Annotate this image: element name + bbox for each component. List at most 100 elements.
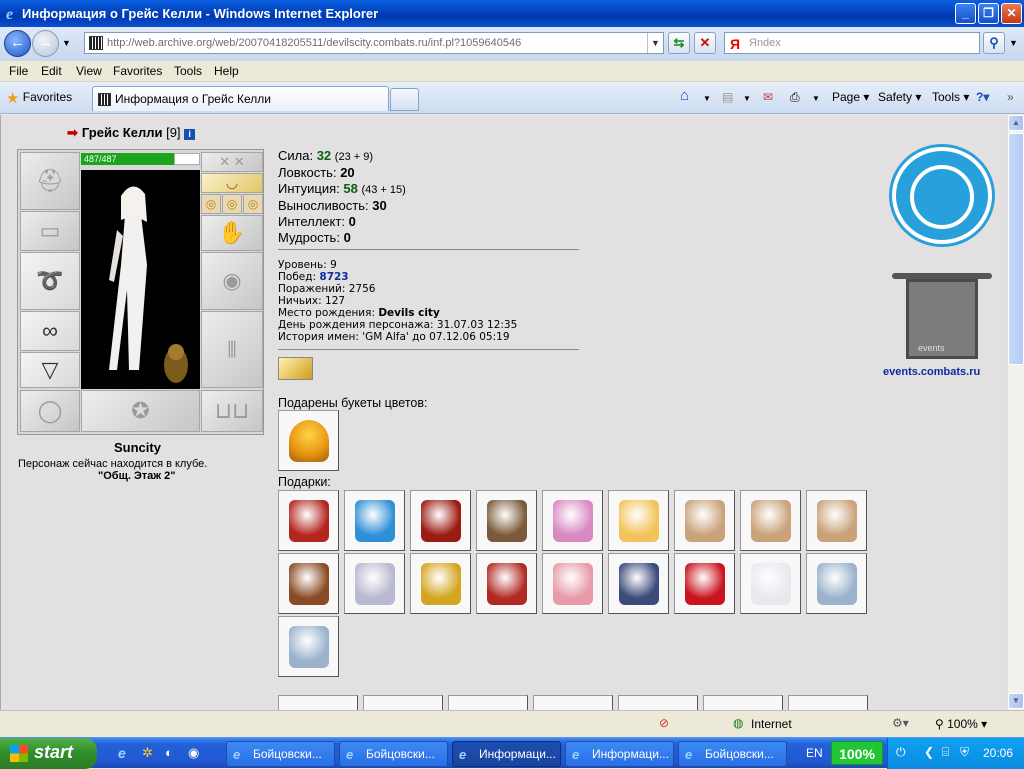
gift-item[interactable]	[344, 490, 405, 551]
gift-item-partial[interactable]	[703, 695, 783, 710]
weapon-slot[interactable]: ➰	[20, 252, 80, 310]
stop-button[interactable]: ✕	[694, 32, 716, 54]
forward-button[interactable]: →	[32, 30, 59, 57]
gift-item[interactable]	[674, 553, 735, 614]
menu-favorites[interactable]: Favorites	[113, 64, 162, 78]
armor-slot[interactable]: ∞	[20, 311, 80, 351]
taskbar-button[interactable]: e Информаци...	[565, 741, 674, 767]
address-dropdown-icon[interactable]: ▼	[647, 33, 663, 53]
power-icon[interactable]: ⏻	[896, 745, 906, 760]
language-indicator[interactable]: EN	[806, 746, 823, 760]
bouquet-gift[interactable]	[278, 410, 339, 471]
events-link[interactable]: events.combats.ru	[883, 366, 980, 378]
vertical-scrollbar[interactable]: ▲ ▼	[1007, 115, 1024, 710]
close-button[interactable]: ✕	[1001, 3, 1022, 24]
home-dropdown-icon[interactable]: ▼	[703, 94, 711, 103]
belt-armor-slot[interactable]: ▽	[20, 352, 80, 388]
print-dropdown-icon[interactable]: ▼	[812, 94, 820, 103]
search-button[interactable]: ⚲	[983, 32, 1005, 54]
minimize-button[interactable]: _	[955, 3, 976, 24]
restore-button[interactable]: ❐	[978, 3, 999, 24]
page-menu[interactable]: Page ▾	[832, 90, 869, 104]
history-dropdown-icon[interactable]: ▼	[62, 38, 71, 48]
gift-item[interactable]	[344, 553, 405, 614]
gift-item[interactable]	[278, 490, 339, 551]
gift-item[interactable]	[674, 490, 735, 551]
popup-blocked-icon[interactable]: ⊘	[659, 716, 669, 730]
scroll-down-button[interactable]: ▼	[1008, 693, 1024, 709]
belt-slot[interactable]: ◯	[20, 390, 80, 432]
gift-item-partial[interactable]	[448, 695, 528, 710]
gift-item[interactable]	[608, 490, 669, 551]
ring-slot-1[interactable]: ◎	[201, 194, 221, 214]
home-icon[interactable]: ⌂	[680, 87, 689, 104]
taskbar-button[interactable]: e Бойцовски...	[226, 741, 335, 767]
tab-active[interactable]: Информация о Грейс Келли	[92, 86, 389, 111]
events-emblem[interactable]: events	[892, 273, 992, 363]
new-tab-button[interactable]	[390, 88, 419, 111]
bracers-slot[interactable]: ▭	[20, 211, 80, 251]
gift-item-partial[interactable]	[788, 695, 868, 710]
gift-item[interactable]	[740, 490, 801, 551]
gift-item[interactable]	[542, 490, 603, 551]
boots-slot[interactable]: ⊔⊔	[201, 390, 263, 432]
ring-slot-3[interactable]: ◎	[243, 194, 263, 214]
gift-item[interactable]	[542, 553, 603, 614]
taskbar-button[interactable]: e Информаци...	[452, 741, 561, 767]
ring-slot-2[interactable]: ◎	[222, 194, 242, 214]
start-button[interactable]: start	[0, 738, 97, 769]
gift-item-partial[interactable]	[618, 695, 698, 710]
protected-mode-icon[interactable]: ⚙▾	[892, 716, 909, 730]
gift-item[interactable]	[410, 553, 471, 614]
gift-item[interactable]	[410, 490, 471, 551]
gloves-slot[interactable]: ✋	[201, 215, 263, 251]
search-options-icon[interactable]: ▼	[1009, 38, 1018, 48]
taskbar-button[interactable]: e Бойцовски...	[678, 741, 787, 767]
print-icon[interactable]: ⎙	[790, 90, 800, 105]
safety-menu[interactable]: Safety ▾	[878, 90, 921, 104]
character-name[interactable]: Грейс Келли	[82, 125, 163, 140]
info-icon[interactable]: i	[184, 129, 196, 140]
gift-item[interactable]	[476, 553, 537, 614]
gift-item[interactable]	[806, 490, 867, 551]
gift-item-partial[interactable]	[363, 695, 443, 710]
gift-item[interactable]	[278, 553, 339, 614]
help-icon[interactable]: ?▾	[976, 90, 989, 104]
legs-slot[interactable]: ⫴	[201, 311, 263, 388]
quicklaunch-media-icon[interactable]: ◐	[165, 745, 173, 760]
gift-item[interactable]	[278, 616, 339, 677]
chevron-right-icon[interactable]: »	[1007, 90, 1014, 104]
helmet-slot[interactable]: ⛑	[20, 152, 80, 210]
menu-tools[interactable]: Tools	[174, 64, 202, 78]
refresh-button[interactable]: ⇆	[668, 32, 690, 54]
tools-menu[interactable]: Tools ▾	[932, 90, 969, 104]
mail-icon[interactable]: ✉	[763, 90, 773, 104]
address-bar[interactable]: http://web.archive.org/web/2007041820551…	[84, 32, 664, 54]
quicklaunch-ie-icon[interactable]: e	[118, 745, 126, 761]
search-box[interactable]: Я Яndex	[724, 32, 980, 54]
shield-slot[interactable]: ◉	[201, 252, 263, 310]
zoom-control[interactable]: ⚲ 100% ▾	[935, 717, 987, 731]
network-icon[interactable]: ⌸	[942, 745, 949, 760]
favorites-button[interactable]: ★ Favorites	[6, 89, 72, 107]
menu-file[interactable]: File	[9, 64, 28, 78]
gift-item-partial[interactable]	[533, 695, 613, 710]
quicklaunch-player-icon[interactable]: ◉	[188, 745, 199, 761]
gift-item[interactable]	[476, 490, 537, 551]
zoom-badge[interactable]: 100%	[831, 741, 883, 765]
feeds-icon[interactable]: ▤	[722, 90, 733, 104]
wedding-rings-icon[interactable]	[278, 357, 313, 380]
chevron-left-icon[interactable]: ❮	[924, 745, 934, 759]
scroll-up-button[interactable]: ▲	[1008, 115, 1024, 131]
character-portrait[interactable]	[81, 170, 200, 389]
menu-edit[interactable]: Edit	[41, 64, 62, 78]
earrings-slot[interactable]: ✕ ✕	[201, 152, 263, 172]
gift-item[interactable]	[608, 553, 669, 614]
back-button[interactable]: ←	[4, 30, 31, 57]
gift-item[interactable]	[740, 553, 801, 614]
menu-help[interactable]: Help	[214, 64, 239, 78]
gift-item-partial[interactable]	[278, 695, 358, 710]
quicklaunch-app-icon[interactable]: ✲	[142, 745, 153, 761]
gift-item[interactable]	[806, 553, 867, 614]
clan-emblem[interactable]	[892, 147, 992, 244]
